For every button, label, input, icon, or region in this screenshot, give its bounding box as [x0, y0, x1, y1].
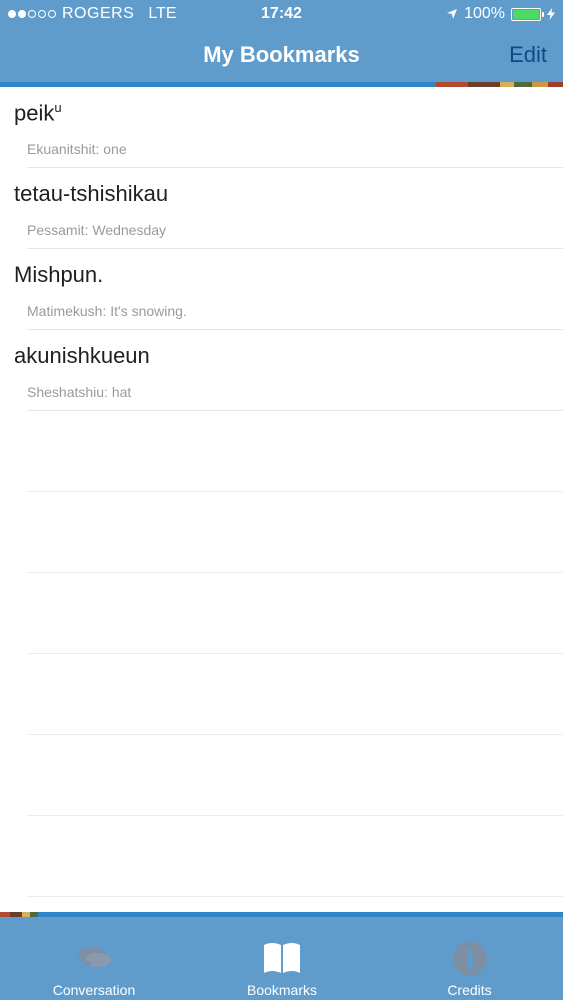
bookmark-list: peiku Ekuanitshit: one tetau-tshishikau …	[0, 87, 563, 897]
status-bar: ROGERS LTE 17:42 100%	[0, 0, 563, 30]
bookmark-translation: Matimekush: It's snowing.	[27, 303, 187, 319]
chat-icon	[78, 947, 111, 969]
bookmark-term: Mishpun.	[14, 262, 104, 287]
empty-row	[0, 492, 563, 573]
bookmark-translation: Ekuanitshit: one	[27, 141, 127, 157]
bookmark-row[interactable]: tetau-tshishikau Pessamit: Wednesday	[0, 168, 563, 249]
empty-row	[0, 735, 563, 816]
bookmark-translation: Pessamit: Wednesday	[27, 222, 167, 238]
tab-bar: Conversation Bookmarks Credits	[0, 917, 563, 1000]
info-icon	[452, 942, 487, 976]
bookmark-row[interactable]: peiku Ekuanitshit: one	[0, 87, 563, 168]
bookmark-term: tetau-tshishikau	[14, 181, 169, 206]
battery-icon	[511, 7, 544, 21]
top-bar: ROGERS LTE 17:42 100% My Bookmarks Edit	[0, 0, 563, 83]
tab-credits-label: Credits	[447, 982, 492, 998]
page-title: My Bookmarks	[203, 42, 360, 67]
bookmark-row[interactable]: Mishpun. Matimekush: It's snowing.	[0, 249, 563, 330]
empty-row	[0, 816, 563, 897]
empty-row	[0, 573, 563, 654]
bookmark-term: akunishkueun	[14, 343, 150, 368]
bookmark-translation: Sheshatshiu: hat	[27, 384, 132, 400]
tab-conversation-label: Conversation	[52, 982, 136, 998]
bookmark-term-superscript: u	[54, 100, 62, 115]
tab-credits[interactable]: Credits	[376, 917, 563, 1000]
book-icon	[264, 943, 300, 973]
empty-row	[0, 654, 563, 735]
bookmark-row[interactable]: akunishkueun Sheshatshiu: hat	[0, 330, 563, 411]
charging-bolt-icon	[547, 8, 555, 20]
edit-button[interactable]: Edit	[509, 42, 547, 68]
tab-bookmarks-label: Bookmarks	[246, 982, 318, 998]
location-arrow-icon	[447, 9, 458, 19]
empty-row	[0, 411, 563, 492]
tab-conversation[interactable]: Conversation	[0, 917, 188, 1000]
row-divider	[27, 896, 563, 897]
bookmark-term: peiku	[14, 100, 62, 126]
status-right: 100%	[446, 5, 555, 23]
battery-percent: 100%	[464, 5, 505, 22]
tab-bookmarks[interactable]: Bookmarks	[188, 917, 376, 1000]
